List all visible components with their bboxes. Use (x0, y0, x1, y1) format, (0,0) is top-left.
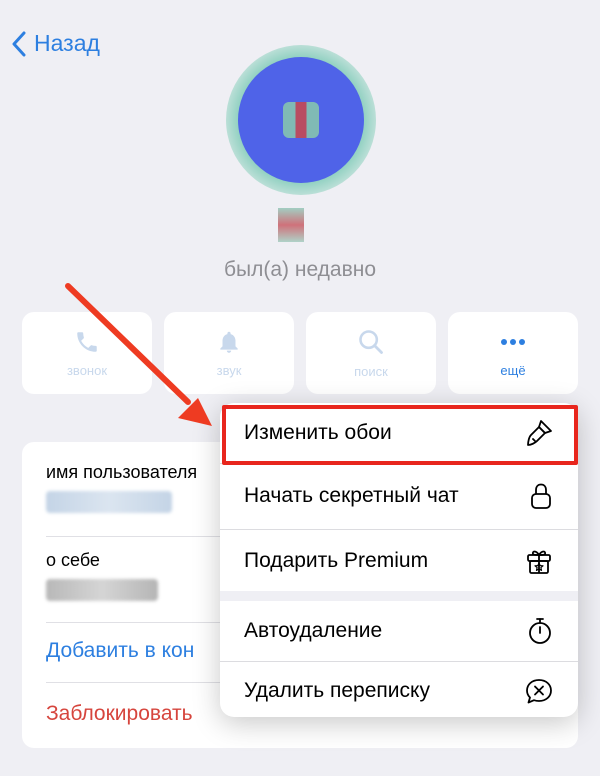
menu-item-gift-premium[interactable]: Подарить Premium (220, 531, 578, 591)
mute-button[interactable]: звук (164, 312, 294, 394)
menu-item-label: Подарить Premium (244, 549, 429, 572)
delete-chat-icon (524, 676, 554, 706)
menu-item-label: Автоудаление (244, 619, 383, 642)
menu-item-secret-chat[interactable]: Начать секретный чат (220, 466, 578, 526)
chevron-left-icon (12, 31, 26, 57)
more-label: ещё (500, 362, 526, 378)
avatar-emoji (283, 102, 319, 138)
search-label: поиск (354, 363, 388, 379)
menu-item-label: Начать секретный чат (244, 484, 459, 507)
bell-icon (216, 329, 242, 355)
more-icon (498, 329, 528, 355)
action-bar: звонок звук поиск ещё (22, 312, 578, 394)
back-button[interactable]: Назад (12, 30, 100, 57)
menu-item-label: Удалить переписку (244, 679, 430, 702)
profile-status: был(а) недавно (223, 258, 377, 281)
username-value (46, 491, 172, 513)
add-contact-link[interactable]: Добавить в кон (46, 639, 194, 663)
gift-icon (524, 546, 554, 576)
profile-name-emoji (278, 208, 304, 242)
more-button[interactable]: ещё (448, 312, 578, 394)
lock-icon (528, 481, 554, 511)
search-button[interactable]: поиск (306, 312, 436, 394)
call-label: звонок (66, 362, 108, 378)
timer-icon (526, 616, 554, 646)
about-value (46, 579, 158, 601)
highlight-box (222, 405, 578, 465)
menu-item-delete-chat[interactable]: Удалить переписку (220, 661, 578, 717)
phone-icon (74, 329, 100, 355)
avatar[interactable] (226, 45, 376, 195)
block-user-link[interactable]: Заблокировать (46, 702, 193, 726)
menu-item-auto-delete[interactable]: Автоудаление (220, 601, 578, 661)
search-icon (357, 328, 385, 356)
call-button[interactable]: звонок (22, 312, 152, 394)
mute-label: звук (216, 362, 242, 378)
back-label: Назад (34, 30, 100, 56)
